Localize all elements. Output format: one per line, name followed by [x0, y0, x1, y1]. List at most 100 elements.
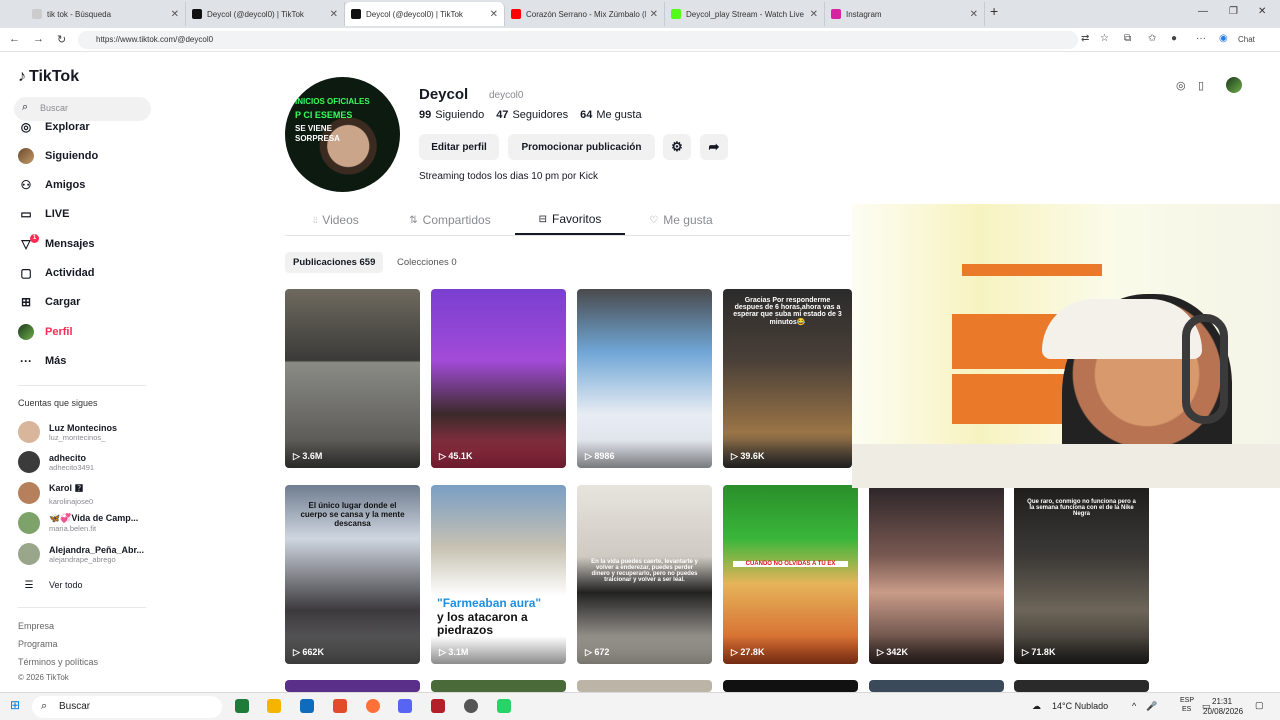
account-username: alejandrape_abrego	[49, 554, 116, 564]
nav-mensajes[interactable]: ▽ 1 Mensajes	[18, 233, 95, 255]
tab-videos[interactable]: ⦙⦙ Videos	[300, 205, 372, 235]
app-icon[interactable]	[333, 699, 347, 713]
account-username: maria.belen.fit	[49, 524, 97, 533]
copilot-icon[interactable]: ◉	[1219, 33, 1228, 44]
weather-label[interactable]: 14°C Nublado	[1052, 701, 1108, 711]
app-download-icon[interactable]: ▯	[1198, 79, 1204, 92]
stat-followers[interactable]: 47 Seguidores	[496, 109, 568, 121]
collections-pill[interactable]: Colecciones 0	[389, 252, 465, 273]
browser-tab[interactable]: Deycol_play Stream - Watch Live o ✕	[665, 2, 825, 26]
video-card[interactable]: "Farmeaban aura" y los atacaron a piedra…	[431, 485, 566, 664]
url-field[interactable]: https://www.tiktok.com/@deycol0	[78, 31, 1078, 49]
browser-tab[interactable]: Deycol (@deycol0) | TikTok ✕	[186, 2, 345, 26]
obs-icon[interactable]	[464, 699, 478, 713]
following-account[interactable]: Karol 🯄 karolinajose0	[18, 480, 93, 506]
mic-icon[interactable]: 🎤	[1146, 701, 1157, 712]
edge-app-icon[interactable]	[235, 699, 249, 713]
video-card[interactable]: ▷ 8986	[577, 289, 712, 468]
minimize-icon[interactable]: —	[1198, 6, 1208, 17]
outlook-icon[interactable]	[300, 699, 314, 713]
tray-chevron-icon[interactable]: ^	[1132, 701, 1136, 711]
nav-actividad[interactable]: ▢ Actividad	[18, 262, 94, 284]
tab-favoritos[interactable]: ⊟ Favoritos	[515, 205, 625, 235]
close-tab-icon[interactable]: ✕	[330, 9, 338, 20]
extensions-icon[interactable]: ⧉	[1124, 33, 1131, 44]
browser-tab[interactable]: Instagram ✕	[825, 2, 985, 26]
video-card[interactable]	[723, 680, 858, 692]
following-account[interactable]: 🦋💞Vida de Camp... maria.belen.fit	[18, 510, 138, 536]
edit-profile-button[interactable]: Editar perfil	[419, 134, 499, 160]
nav-cargar[interactable]: ⊞ Cargar	[18, 291, 81, 313]
clock-date: 20/08/2026	[1203, 707, 1244, 716]
settings-gear-icon[interactable]: ⚙	[663, 134, 691, 160]
video-card[interactable]: El único lugar donde el cuerpo se cansa …	[285, 485, 420, 664]
reload-icon[interactable]: ↻	[57, 33, 66, 46]
video-card[interactable]	[1014, 680, 1149, 692]
chat-label[interactable]: Chat	[1238, 35, 1255, 44]
close-window-icon[interactable]: ✕	[1258, 6, 1266, 17]
following-account[interactable]: Alejandra_Peña_Abr... alejandrape_abrego	[18, 541, 144, 567]
video-card[interactable]	[285, 680, 420, 692]
close-tab-icon[interactable]: ✕	[490, 9, 498, 20]
profile-avatar[interactable]: INICIOS OFICIALES P CI ESEMES SE VIENE S…	[285, 77, 400, 192]
browser-tab[interactable]: tik tok - Búsqueda ✕	[26, 2, 186, 26]
nav-explorar[interactable]: ◎ Explorar	[18, 116, 90, 138]
share-icon[interactable]: ➦	[700, 134, 728, 160]
tiktok-logo[interactable]: ♪ TikTok	[18, 68, 79, 86]
close-tab-icon[interactable]: ✕	[970, 9, 978, 20]
close-tab-icon[interactable]: ✕	[650, 9, 658, 20]
firefox-icon[interactable]	[366, 699, 380, 713]
forward-icon[interactable]: →	[33, 33, 44, 45]
back-icon[interactable]: ←	[9, 33, 20, 45]
nav-mas[interactable]: ··· Más	[18, 350, 66, 372]
new-tab-button[interactable]: +	[990, 3, 998, 19]
nav-siguiendo[interactable]: Siguiendo	[18, 145, 98, 167]
profile-avatar-icon[interactable]: ●	[1171, 33, 1177, 44]
footer-link[interactable]: Programa	[18, 639, 58, 649]
nav-live[interactable]: ▭ LIVE	[18, 203, 69, 225]
following-title: Cuentas que sigues	[18, 398, 98, 408]
nav-amigos[interactable]: ⚇ Amigos	[18, 174, 86, 196]
video-card[interactable]	[869, 680, 1004, 692]
video-card[interactable]: CUANDO NO OLVIDAS A TU EX ▷ 27.8K	[723, 485, 858, 664]
discord-icon[interactable]	[398, 699, 412, 713]
favorites-icon[interactable]: ✩	[1148, 33, 1156, 44]
maximize-icon[interactable]: ❐	[1229, 6, 1238, 17]
footer-link[interactable]: Términos y políticas	[18, 657, 98, 667]
clock-time[interactable]: 21:31	[1212, 697, 1232, 706]
app-icon[interactable]	[431, 699, 445, 713]
more-menu-icon[interactable]: ···	[1196, 33, 1206, 44]
nav-perfil[interactable]: Perfil	[18, 321, 73, 343]
following-account[interactable]: adhecito adhecito3491	[18, 449, 94, 475]
video-card[interactable]: ▷ 3.6M	[285, 289, 420, 468]
video-card[interactable]: En la vida puedes caerte, levantarte y v…	[577, 485, 712, 664]
taskbar-search[interactable]: ⌕ Buscar	[32, 696, 222, 718]
translate-icon[interactable]: ⇄	[1081, 33, 1089, 44]
tab-me-gusta[interactable]: ♡ Me gusta	[640, 205, 722, 235]
close-tab-icon[interactable]: ✕	[810, 9, 818, 20]
see-all-link[interactable]: ☰ Ver todo	[18, 572, 83, 598]
user-avatar[interactable]	[1226, 77, 1242, 93]
close-tab-icon[interactable]: ✕	[171, 9, 179, 20]
windows-start-icon[interactable]: ⊞	[10, 698, 20, 712]
file-explorer-icon[interactable]	[267, 699, 281, 713]
coins-icon[interactable]: ◎	[1176, 79, 1186, 92]
browser-tab-active[interactable]: Deycol (@deycol0) | TikTok ✕	[345, 2, 505, 26]
video-card[interactable]: ▷ 342K	[869, 485, 1004, 664]
browser-tab[interactable]: Corazón Serrano - Mix Zúmbalo (E ✕	[505, 2, 665, 26]
tab-compartidos[interactable]: ⇅ Compartidos	[400, 205, 500, 235]
video-card[interactable]	[577, 680, 712, 692]
video-card[interactable]: Gracias Por responderme despues de 6 hor…	[723, 289, 852, 468]
video-card[interactable]: ▷ 45.1K	[431, 289, 566, 468]
video-card[interactable]	[431, 680, 566, 692]
notification-icon[interactable]: ▢	[1255, 700, 1264, 711]
whatsapp-icon[interactable]	[497, 699, 511, 713]
bookmark-star-icon[interactable]: ☆	[1100, 33, 1109, 44]
language-label[interactable]: ESP	[1180, 697, 1194, 704]
following-account[interactable]: Luz Montecinos luz_montecinos_	[18, 419, 117, 445]
posts-pill[interactable]: Publicaciones 659	[285, 252, 384, 273]
promote-post-button[interactable]: Promocionar publicación	[508, 134, 655, 160]
footer-link[interactable]: Empresa	[18, 621, 54, 631]
stat-following[interactable]: 99 Siguiendo	[419, 109, 484, 121]
video-card[interactable]: Que raro, conmigo no funciona pero a la …	[1014, 485, 1149, 664]
